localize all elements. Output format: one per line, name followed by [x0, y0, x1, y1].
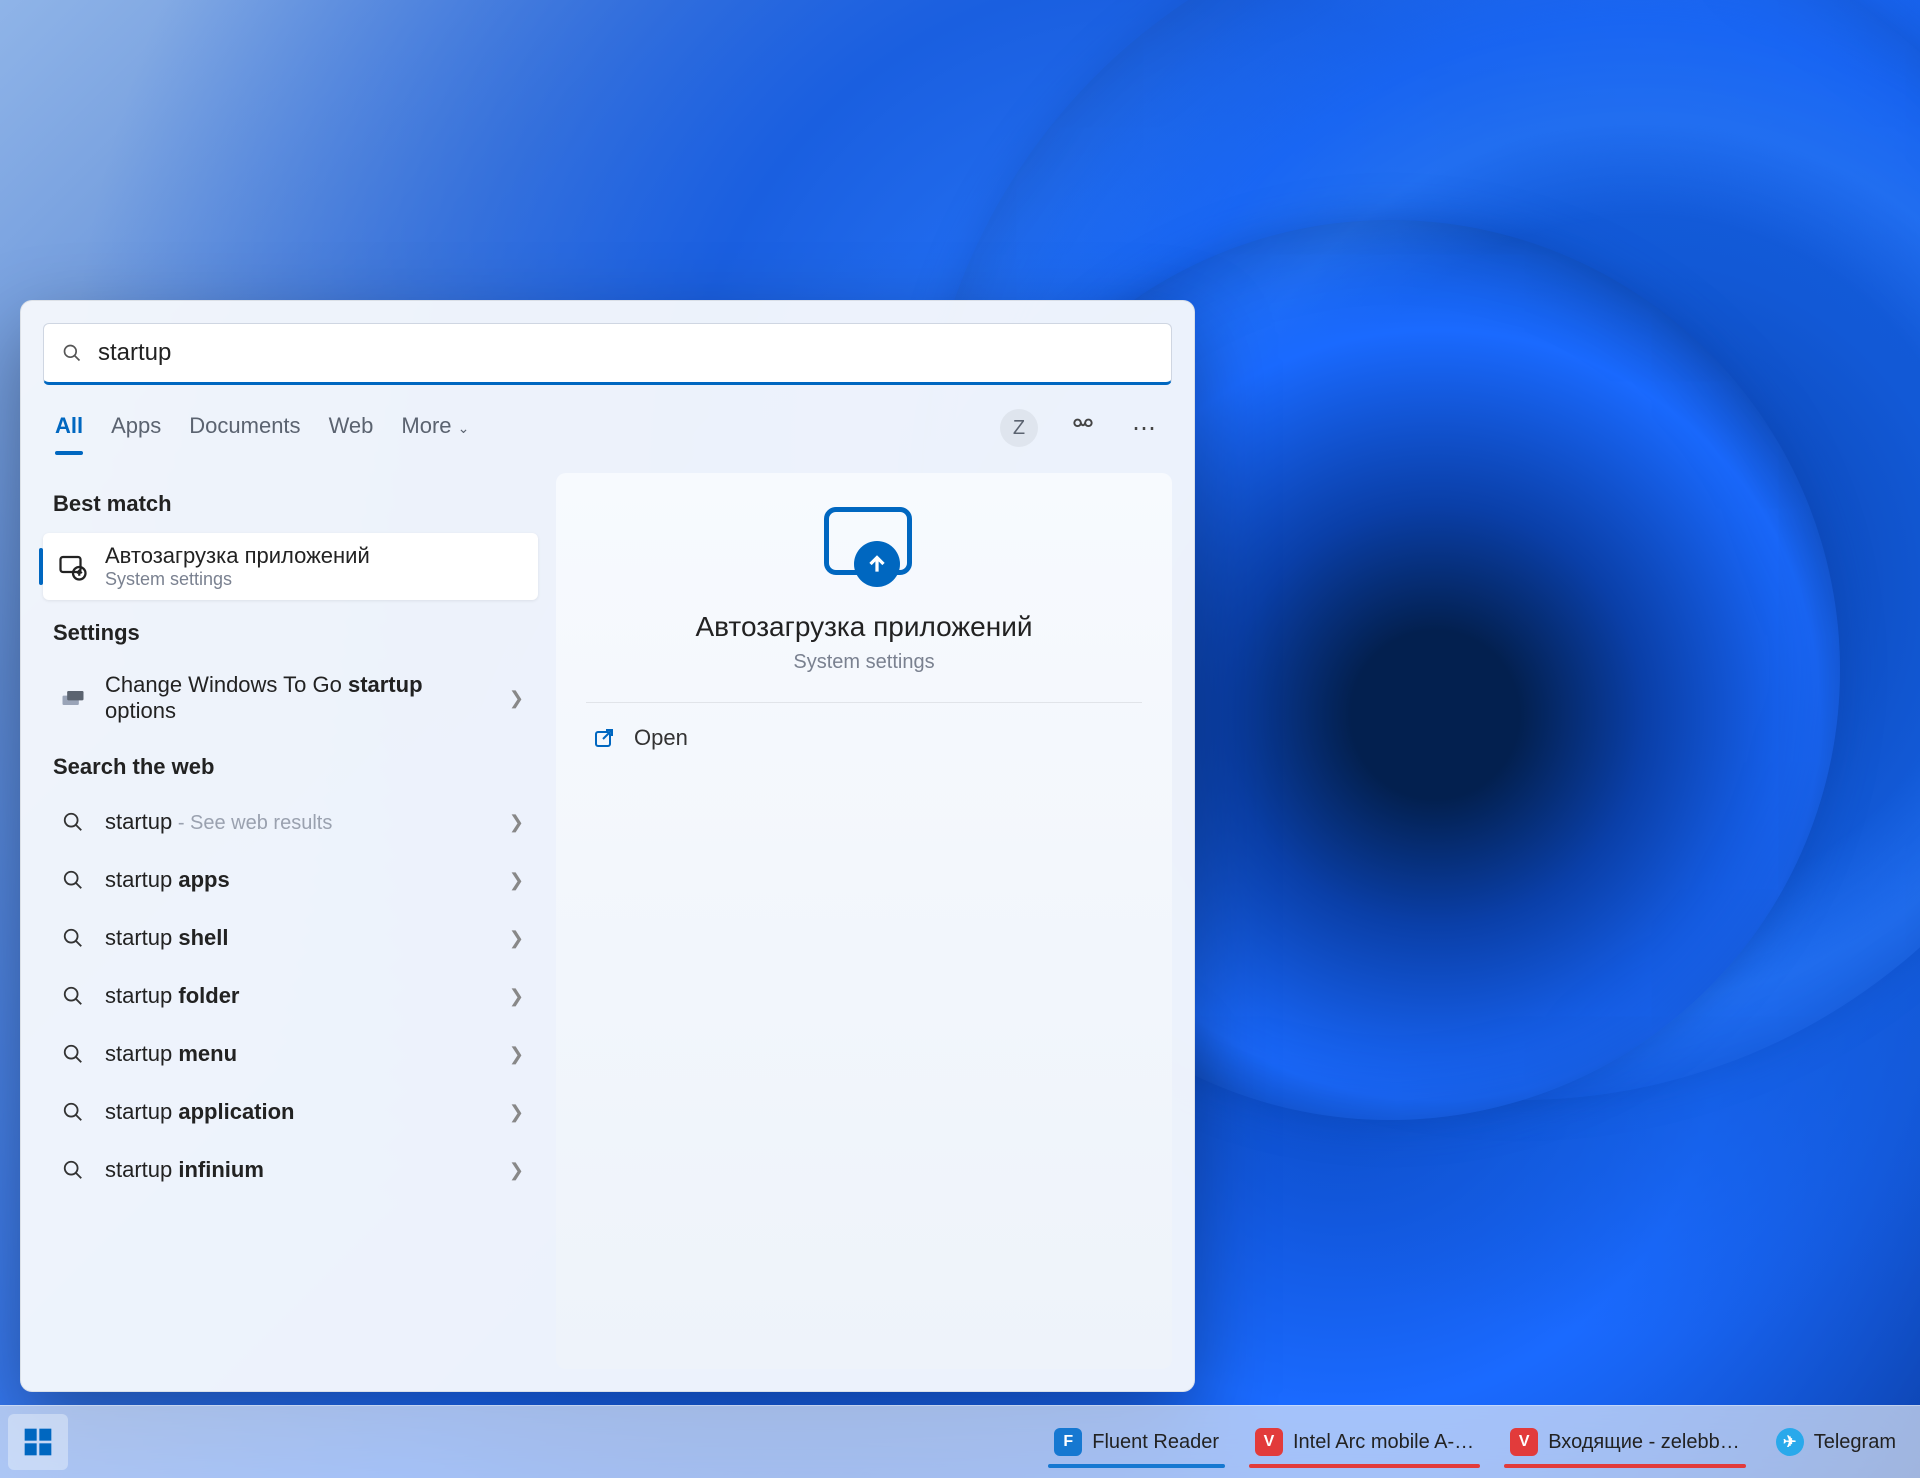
tab-more[interactable]: More ⌄: [401, 403, 469, 453]
search-icon: [57, 1038, 89, 1070]
taskbar-item-label: Fluent Reader: [1092, 1431, 1219, 1454]
open-label: Open: [634, 725, 688, 751]
fluent-reader-icon: F: [1054, 1428, 1082, 1456]
settings-result-title: Change Windows To Go startup options: [105, 672, 493, 724]
startup-apps-icon: [57, 551, 89, 583]
search-icon: [57, 980, 89, 1012]
filter-tabs: All Apps Documents Web More ⌄ Z ⋯: [43, 385, 1172, 453]
preview-header: Автозагрузка приложений System settings: [586, 503, 1142, 703]
tab-more-label: More: [401, 413, 451, 438]
search-icon: [57, 1154, 89, 1186]
web-result-title: startup menu: [105, 1041, 493, 1067]
search-icon: [62, 343, 82, 363]
telegram-icon: ✈: [1776, 1428, 1804, 1456]
taskbar: F Fluent Reader V Intel Arc mobile A-… V…: [0, 1405, 1920, 1478]
search-icon: [57, 922, 89, 954]
chevron-right-icon: ❯: [509, 870, 524, 891]
search-icon: [57, 864, 89, 896]
search-icon: [57, 1096, 89, 1128]
taskbar-underline: [1504, 1464, 1746, 1468]
tab-all[interactable]: All: [55, 403, 83, 453]
web-result[interactable]: startup shell ❯: [43, 912, 538, 964]
vivaldi-icon: V: [1255, 1428, 1283, 1456]
tab-web[interactable]: Web: [329, 403, 374, 453]
taskbar-item-vivaldi-2[interactable]: V Входящие - zelebb…: [1494, 1414, 1756, 1470]
web-result[interactable]: startup infinium ❯: [43, 1144, 538, 1196]
startup-apps-large-icon: [816, 503, 912, 593]
web-result[interactable]: startup application ❯: [43, 1086, 538, 1138]
web-result-title: startup - See web results: [105, 809, 493, 835]
section-best-match: Best match: [43, 477, 538, 527]
preview-title: Автозагрузка приложений: [696, 611, 1033, 643]
taskbar-item-label: Входящие - zelebb…: [1548, 1431, 1740, 1454]
more-options-icon[interactable]: ⋯: [1128, 410, 1160, 447]
web-result-title: startup infinium: [105, 1157, 493, 1183]
chevron-right-icon: ❯: [509, 928, 524, 949]
windows-to-go-icon: [57, 682, 89, 714]
chevron-right-icon: ❯: [509, 1044, 524, 1065]
search-box[interactable]: [43, 323, 1172, 385]
web-result-title: startup folder: [105, 983, 493, 1009]
vivaldi-icon: V: [1510, 1428, 1538, 1456]
search-results-list: Best match Автозагрузка приложений Syste…: [43, 473, 538, 1369]
web-result[interactable]: startup apps ❯: [43, 854, 538, 906]
best-match-result[interactable]: Автозагрузка приложений System settings: [43, 533, 538, 600]
search-input[interactable]: [96, 338, 1153, 368]
web-result-title: startup shell: [105, 925, 493, 951]
windows-logo-icon: [22, 1426, 54, 1458]
result-preview-pane: Автозагрузка приложений System settings …: [556, 473, 1172, 1369]
taskbar-item-telegram[interactable]: ✈ Telegram: [1760, 1414, 1912, 1470]
chevron-right-icon: ❯: [509, 986, 524, 1007]
start-search-panel: All Apps Documents Web More ⌄ Z ⋯ Best m…: [20, 300, 1195, 1392]
rewards-icon[interactable]: [1066, 408, 1100, 449]
tab-apps[interactable]: Apps: [111, 403, 161, 453]
taskbar-item-label: Intel Arc mobile A-…: [1293, 1431, 1474, 1454]
open-external-icon: [592, 726, 616, 750]
best-match-title: Автозагрузка приложений: [105, 543, 524, 569]
chevron-right-icon: ❯: [509, 1160, 524, 1181]
section-web: Search the web: [43, 740, 538, 790]
web-result[interactable]: startup - See web results ❯: [43, 796, 538, 848]
taskbar-underline: [1048, 1464, 1225, 1468]
tab-documents[interactable]: Documents: [189, 403, 300, 453]
chevron-right-icon: ❯: [509, 1102, 524, 1123]
search-icon: [57, 806, 89, 838]
start-button[interactable]: [8, 1414, 68, 1470]
taskbar-underline: [1249, 1464, 1480, 1468]
preview-subtitle: System settings: [793, 651, 934, 674]
best-match-subtitle: System settings: [105, 569, 524, 590]
web-result-title: startup apps: [105, 867, 493, 893]
taskbar-item-vivaldi-1[interactable]: V Intel Arc mobile A-…: [1239, 1414, 1490, 1470]
chevron-down-icon: ⌄: [458, 420, 470, 436]
open-action[interactable]: Open: [586, 703, 1142, 773]
web-result[interactable]: startup folder ❯: [43, 970, 538, 1022]
taskbar-item-fluent-reader[interactable]: F Fluent Reader: [1038, 1414, 1235, 1470]
section-settings: Settings: [43, 606, 538, 656]
web-result-title: startup application: [105, 1099, 493, 1125]
chevron-right-icon: ❯: [509, 688, 524, 709]
chevron-right-icon: ❯: [509, 812, 524, 833]
settings-result[interactable]: Change Windows To Go startup options ❯: [43, 662, 538, 734]
profile-avatar[interactable]: Z: [1000, 409, 1038, 447]
web-result[interactable]: startup menu ❯: [43, 1028, 538, 1080]
taskbar-item-label: Telegram: [1814, 1431, 1896, 1454]
